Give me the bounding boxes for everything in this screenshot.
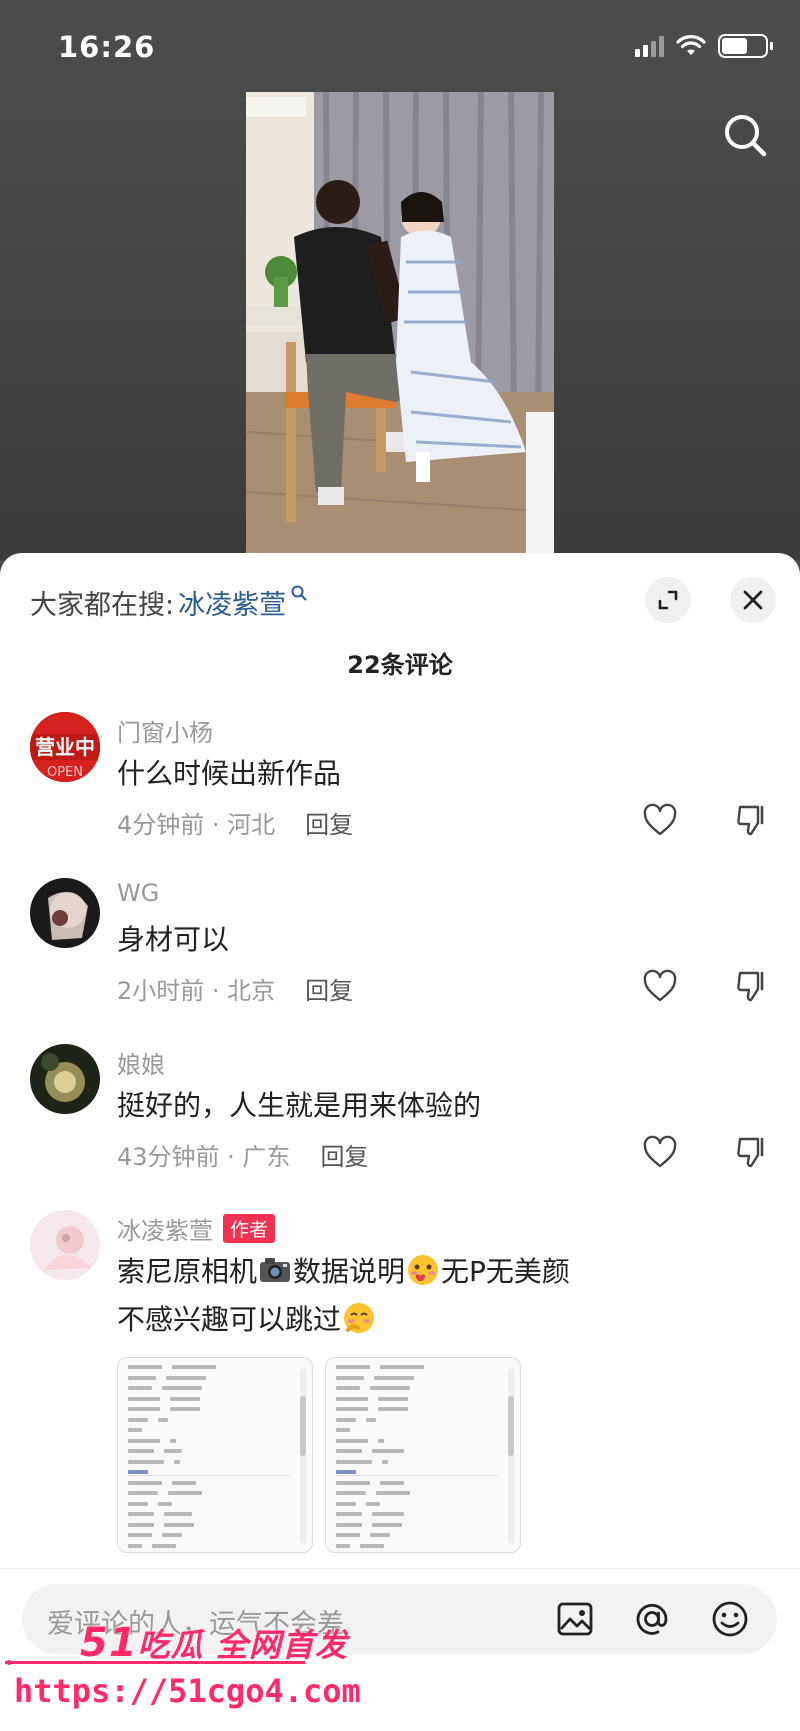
author-badge: 作者 xyxy=(223,1214,276,1243)
comment-time-location: 4分钟前 · 河北 xyxy=(117,811,276,839)
comment-meta: 4分钟前 · 河北 回复 xyxy=(117,805,353,840)
status-time: 16:26 xyxy=(58,30,156,64)
avatar-image xyxy=(30,1044,100,1114)
wifi-icon xyxy=(676,35,706,55)
comment-meta: 2小时前 · 北京 回复 xyxy=(117,971,353,1006)
comment-time-location: 43分钟前 · 广东 xyxy=(117,1143,291,1171)
comment-text: 身材可以 xyxy=(117,923,230,956)
camera-emoji-icon xyxy=(260,1258,291,1282)
avatar[interactable]: 营业中 OPEN xyxy=(30,712,100,782)
image-icon[interactable] xyxy=(555,1599,595,1639)
expand-button[interactable] xyxy=(645,577,691,623)
expand-icon xyxy=(658,590,678,610)
close-icon xyxy=(743,590,763,610)
avatar-image: 营业中 OPEN xyxy=(30,712,100,782)
battery-icon xyxy=(718,34,773,58)
heart-icon[interactable] xyxy=(642,803,678,837)
video-area[interactable]: 16:26 xyxy=(0,0,800,560)
comment-author[interactable]: WG xyxy=(117,879,159,907)
watermark-underline xyxy=(5,1660,305,1665)
avatar-image xyxy=(30,878,100,948)
at-icon[interactable] xyxy=(632,1599,672,1639)
comment-time-location: 2小时前 · 北京 xyxy=(117,977,276,1005)
close-button[interactable] xyxy=(730,577,776,623)
heart-icon[interactable] xyxy=(642,969,678,1003)
comment-count: 22条评论 xyxy=(347,651,453,679)
comment-author[interactable]: 冰凌紫萱 作者 xyxy=(117,1211,276,1246)
svg-text:营业中: 营业中 xyxy=(35,735,95,759)
reply-button[interactable]: 回复 xyxy=(305,977,353,1005)
avatar[interactable] xyxy=(30,1044,100,1114)
avatar[interactable] xyxy=(30,1210,100,1280)
comment-author[interactable]: 娘娘 xyxy=(117,1045,165,1080)
shy-emoji-icon xyxy=(344,1303,375,1333)
exif-table-image xyxy=(336,1364,498,1552)
hot-search-keyword[interactable]: 冰凌紫萱 xyxy=(178,583,286,622)
hot-search-prefix: 大家都在搜: xyxy=(30,590,175,621)
comment-image[interactable] xyxy=(325,1357,521,1553)
status-bar: 16:26 xyxy=(0,0,800,96)
avatar-image xyxy=(30,1210,100,1280)
watermark-url: https://51cgo4.com xyxy=(14,1672,361,1710)
heart-icon[interactable] xyxy=(642,1135,678,1169)
hot-search-bar[interactable]: 大家都在搜: 冰凌紫萱 xyxy=(30,583,308,622)
thumbs-down-icon[interactable] xyxy=(734,1135,768,1169)
thumbs-down-icon[interactable] xyxy=(734,969,768,1003)
comment-meta: 43分钟前 · 广东 回复 xyxy=(117,1137,368,1172)
blushing-heart-emoji-icon xyxy=(408,1255,439,1285)
thumbs-down-icon[interactable] xyxy=(734,803,768,837)
avatar[interactable] xyxy=(30,878,100,948)
status-icons xyxy=(635,34,773,58)
reply-button[interactable]: 回复 xyxy=(305,811,353,839)
search-icon[interactable] xyxy=(720,110,772,162)
comment-image[interactable] xyxy=(117,1357,313,1553)
comment-text: 什么时候出新作品 xyxy=(117,757,342,790)
smiley-icon[interactable] xyxy=(710,1599,750,1639)
svg-text:OPEN: OPEN xyxy=(47,765,83,780)
reply-button[interactable]: 回复 xyxy=(320,1143,368,1171)
post-photo[interactable] xyxy=(246,92,554,554)
comment-text: 索尼原相机 数据说明 无P无美颜 xyxy=(117,1248,570,1296)
comment-images xyxy=(117,1357,521,1553)
cellular-signal-icon xyxy=(635,35,664,57)
comment-author[interactable]: 门窗小杨 xyxy=(117,713,213,748)
exif-table-image xyxy=(128,1364,290,1552)
comment-text: 挺好的，人生就是用来体验的 xyxy=(117,1089,482,1122)
search-icon xyxy=(291,585,307,600)
comment-text-line2: 不感兴趣可以跳过 xyxy=(117,1296,377,1344)
